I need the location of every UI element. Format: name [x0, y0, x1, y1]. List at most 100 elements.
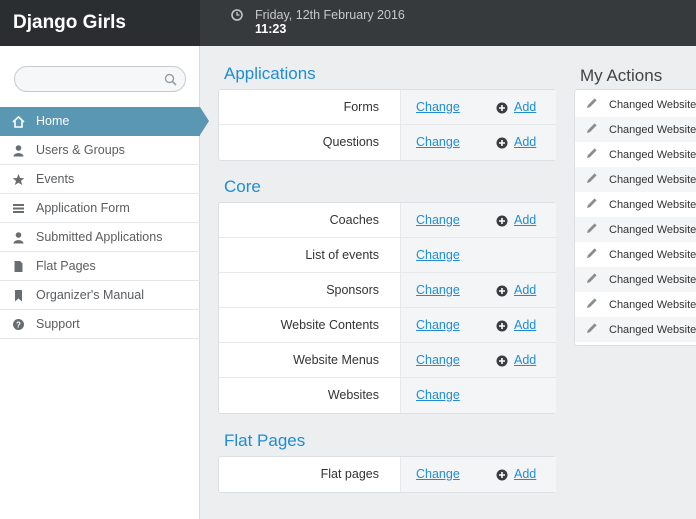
- recent-action-item[interactable]: Changed Website: [575, 267, 696, 292]
- model-actions: Change Add: [400, 343, 556, 377]
- add-link[interactable]: Add: [514, 213, 536, 227]
- recent-action-text: Changed Website: [609, 174, 696, 186]
- plus-circle-icon[interactable]: [496, 102, 508, 114]
- model-actions: Change: [400, 378, 556, 413]
- model-actions: Change Add: [400, 457, 556, 492]
- recent-action-item[interactable]: Changed Website: [575, 117, 696, 142]
- clock-icon: [231, 9, 243, 21]
- list-icon: [13, 204, 24, 213]
- sidebar-item-label: Support: [36, 317, 80, 331]
- model-actions: Change Add: [400, 308, 556, 342]
- pencil-icon: [587, 123, 597, 133]
- add-link[interactable]: Add: [514, 135, 536, 149]
- plus-circle-icon[interactable]: [496, 469, 508, 481]
- section-title[interactable]: Flat Pages: [224, 431, 305, 451]
- change-link[interactable]: Change: [416, 283, 460, 297]
- pencil-icon: [587, 248, 597, 258]
- change-link[interactable]: Change: [416, 100, 460, 114]
- add-link[interactable]: Add: [514, 283, 536, 297]
- model-name[interactable]: List of events: [305, 248, 379, 262]
- sidebar-item-organizer-s-manual[interactable]: Organizer's Manual: [0, 281, 200, 310]
- section-title[interactable]: Applications: [224, 64, 316, 84]
- sidebar-item-submitted-applications[interactable]: Submitted Applications: [0, 223, 200, 252]
- model-name[interactable]: Sponsors: [326, 283, 379, 297]
- pencil-icon: [587, 148, 597, 158]
- model-name[interactable]: Website Contents: [281, 318, 379, 332]
- app-module: Forms Change Add Questions Change Add: [218, 89, 556, 161]
- app-module: Flat pages Change Add: [218, 456, 556, 493]
- file-icon: [14, 261, 23, 272]
- sidebar-item-label: Submitted Applications: [36, 230, 163, 244]
- plus-circle-icon[interactable]: [496, 320, 508, 332]
- recent-action-item[interactable]: Changed Website: [575, 142, 696, 167]
- model-actions: Change Add: [400, 125, 556, 160]
- model-name[interactable]: Coaches: [330, 213, 379, 227]
- sidebar-item-label: Flat Pages: [36, 259, 96, 273]
- recent-action-item[interactable]: Changed Website: [575, 167, 696, 192]
- sidebar-item-application-form[interactable]: Application Form: [0, 194, 200, 223]
- add-link[interactable]: Add: [514, 318, 536, 332]
- model-name[interactable]: Website Menus: [293, 353, 379, 367]
- model-row: Website Contents Change Add: [219, 308, 556, 343]
- model-actions: Change Add: [400, 273, 556, 307]
- model-row: Websites Change: [219, 378, 556, 413]
- sidebar-item-flat-pages[interactable]: Flat Pages: [0, 252, 200, 281]
- add-link[interactable]: Add: [514, 467, 536, 481]
- model-name[interactable]: Forms: [344, 100, 379, 114]
- pencil-icon: [587, 323, 597, 333]
- sidebar-item-label: Users & Groups: [36, 143, 125, 157]
- change-link[interactable]: Change: [416, 318, 460, 332]
- recent-action-item[interactable]: Changed Website: [575, 92, 696, 117]
- section-title[interactable]: Core: [224, 177, 261, 197]
- top-header: Django Girls Friday, 12th February 2016 …: [0, 0, 696, 46]
- pencil-icon: [587, 223, 597, 233]
- sidebar-item-label: Home: [36, 114, 70, 128]
- app-module: Coaches Change Add List of events Change Spon…: [218, 202, 556, 414]
- bookmark-icon: [15, 290, 22, 302]
- sidebar: Home Users & Groups Events Application Form…: [0, 46, 209, 519]
- recent-action-item[interactable]: Changed Website: [575, 292, 696, 317]
- model-row: Website Menus Change Add: [219, 343, 556, 378]
- sidebar-item-events[interactable]: Events: [0, 165, 200, 194]
- model-actions: Change Add: [400, 90, 556, 124]
- recent-action-text: Changed Website: [609, 274, 696, 286]
- my-actions-list: Changed Website Changed Website Changed We…: [574, 89, 696, 346]
- change-link[interactable]: Change: [416, 467, 460, 481]
- recent-action-text: Changed Website: [609, 199, 696, 211]
- sidebar-item-support[interactable]: ? Support: [0, 310, 200, 339]
- star-icon: [12, 174, 25, 185]
- pencil-icon: [587, 198, 597, 208]
- plus-circle-icon[interactable]: [496, 137, 508, 149]
- change-link[interactable]: Change: [416, 353, 460, 367]
- plus-circle-icon[interactable]: [496, 215, 508, 227]
- model-row: Questions Change Add: [219, 125, 556, 160]
- add-link[interactable]: Add: [514, 100, 536, 114]
- change-link[interactable]: Change: [416, 135, 460, 149]
- header-date: Friday, 12th February 2016: [255, 8, 405, 22]
- recent-action-text: Changed Website: [609, 149, 696, 161]
- search-icon[interactable]: [164, 73, 177, 86]
- sidebar-item-home[interactable]: Home: [0, 107, 209, 136]
- pencil-icon: [587, 273, 597, 283]
- recent-action-item[interactable]: Changed Website: [575, 242, 696, 267]
- model-name[interactable]: Flat pages: [321, 467, 379, 481]
- model-actions: Change: [400, 238, 556, 272]
- recent-action-text: Changed Website: [609, 99, 696, 111]
- search-field[interactable]: [14, 66, 186, 92]
- recent-action-item[interactable]: Changed Website: [575, 317, 696, 342]
- add-link[interactable]: Add: [514, 353, 536, 367]
- plus-circle-icon[interactable]: [496, 355, 508, 367]
- sidebar-item-label: Application Form: [36, 201, 130, 215]
- home-icon: [12, 115, 25, 128]
- change-link[interactable]: Change: [416, 213, 460, 227]
- recent-action-item[interactable]: Changed Website: [575, 192, 696, 217]
- recent-action-item[interactable]: Changed Website: [575, 217, 696, 242]
- sidebar-item-users-groups[interactable]: Users & Groups: [0, 136, 200, 165]
- model-actions: Change Add: [400, 203, 556, 237]
- change-link[interactable]: Change: [416, 388, 460, 402]
- brand-title[interactable]: Django Girls: [0, 0, 200, 46]
- model-name[interactable]: Questions: [323, 135, 379, 149]
- model-name[interactable]: Websites: [328, 388, 379, 402]
- change-link[interactable]: Change: [416, 248, 460, 262]
- plus-circle-icon[interactable]: [496, 285, 508, 297]
